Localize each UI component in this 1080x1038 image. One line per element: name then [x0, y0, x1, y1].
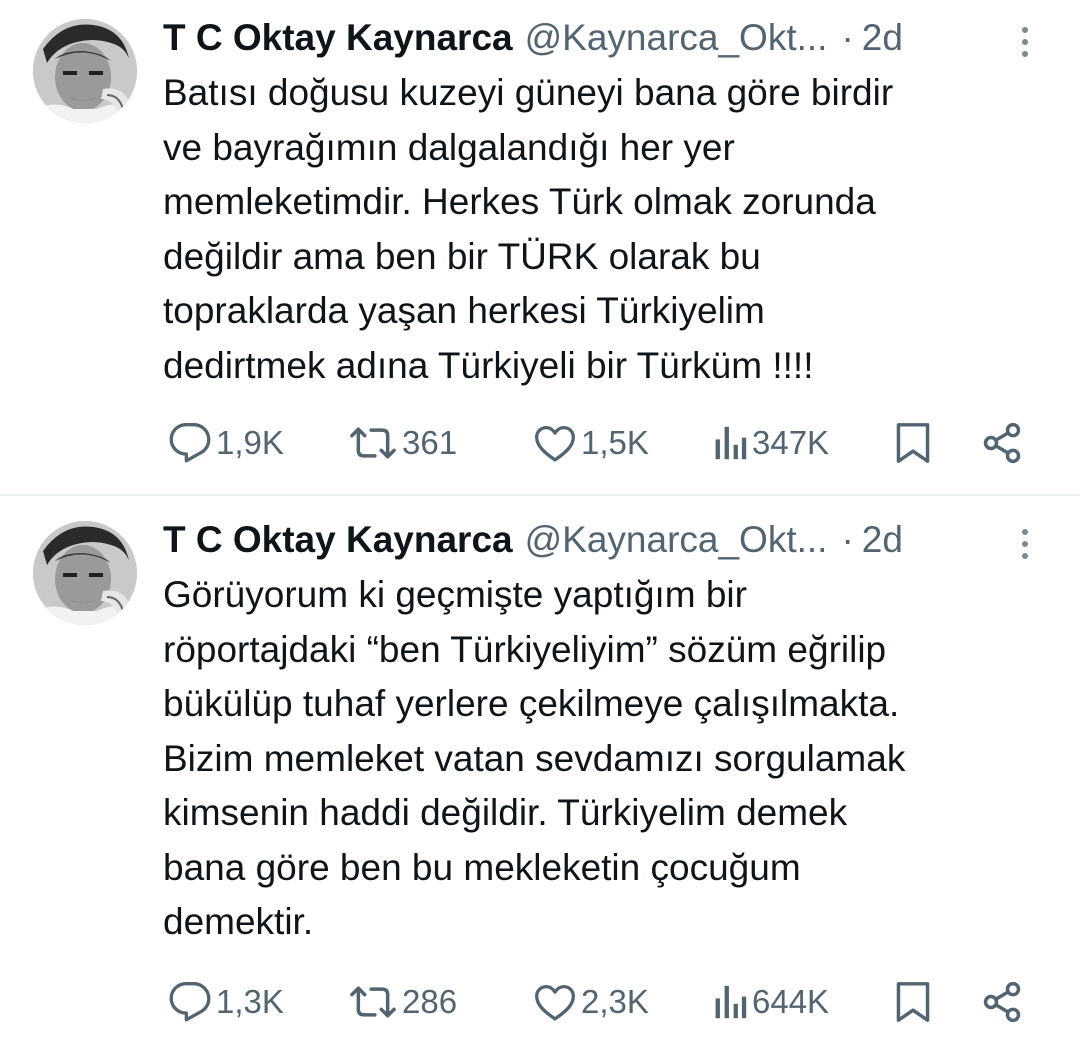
user-handle[interactable]: @Kaynarca_Okt... [525, 516, 828, 564]
retweet-count: 361 [402, 424, 458, 461]
tweet-header: T C Oktay Kaynarca @Kaynarca_Okt... · 2d [163, 14, 1043, 62]
bookmark-button[interactable] [893, 415, 933, 471]
views-icon [715, 426, 747, 460]
views-button[interactable]: 644K [712, 974, 829, 1030]
like-button[interactable]: 2,3K [533, 974, 649, 1030]
separator-dot: · [841, 17, 854, 58]
avatar[interactable] [33, 521, 137, 625]
share-button[interactable] [980, 974, 1024, 1030]
like-count: 2,3K [581, 983, 649, 1020]
timestamp[interactable]: 2d [862, 14, 903, 62]
reply-button[interactable]: 1,9K [168, 415, 284, 471]
reply-icon [169, 423, 211, 463]
tweet[interactable]: T C Oktay Kaynarca @Kaynarca_Okt... · 2d… [0, 496, 1080, 1038]
retweet-button[interactable]: 286 [348, 974, 457, 1030]
action-bar: 1,9K 361 1,5K 347K [0, 415, 1080, 471]
more-icon[interactable] [1016, 524, 1036, 564]
views-icon [715, 985, 747, 1019]
reply-count: 1,9K [216, 424, 284, 461]
timestamp[interactable]: 2d [862, 516, 903, 564]
views-count: 644K [752, 983, 830, 1020]
action-bar: 1,3K 286 2,3K 644K [0, 974, 1080, 1030]
like-button[interactable]: 1,5K [533, 415, 649, 471]
retweet-icon [350, 986, 396, 1018]
retweet-icon [350, 427, 396, 459]
bookmark-button[interactable] [893, 974, 933, 1030]
display-name[interactable]: T C Oktay Kaynarca [163, 516, 513, 564]
user-handle[interactable]: @Kaynarca_Okt... [525, 14, 828, 62]
like-icon [535, 425, 575, 462]
share-icon [983, 981, 1021, 1023]
bookmark-icon [896, 423, 930, 463]
more-icon[interactable] [1016, 22, 1036, 62]
tweet-text: Görüyorum ki geçmişte yaptığım bir röpor… [163, 574, 906, 942]
retweet-button[interactable]: 361 [348, 415, 457, 471]
share-icon [983, 422, 1021, 464]
avatar-image [33, 521, 137, 625]
like-icon [535, 984, 575, 1021]
bookmark-icon [896, 982, 930, 1022]
reply-button[interactable]: 1,3K [168, 974, 284, 1030]
reply-count: 1,3K [216, 983, 284, 1020]
tweet-header: T C Oktay Kaynarca @Kaynarca_Okt... · 2d [163, 516, 1043, 564]
views-button[interactable]: 347K [712, 415, 829, 471]
separator-dot: · [841, 519, 854, 560]
tweet-text: Batısı doğusu kuzeyi güneyi bana göre bi… [163, 72, 894, 386]
share-button[interactable] [980, 415, 1024, 471]
display-name[interactable]: T C Oktay Kaynarca [163, 14, 513, 62]
like-count: 1,5K [581, 424, 649, 461]
views-count: 347K [752, 424, 830, 461]
avatar[interactable] [33, 19, 137, 123]
reply-icon [169, 982, 211, 1022]
retweet-count: 286 [402, 983, 458, 1020]
avatar-image [33, 19, 137, 123]
tweet[interactable]: T C Oktay Kaynarca @Kaynarca_Okt... · 2d… [0, 0, 1080, 494]
